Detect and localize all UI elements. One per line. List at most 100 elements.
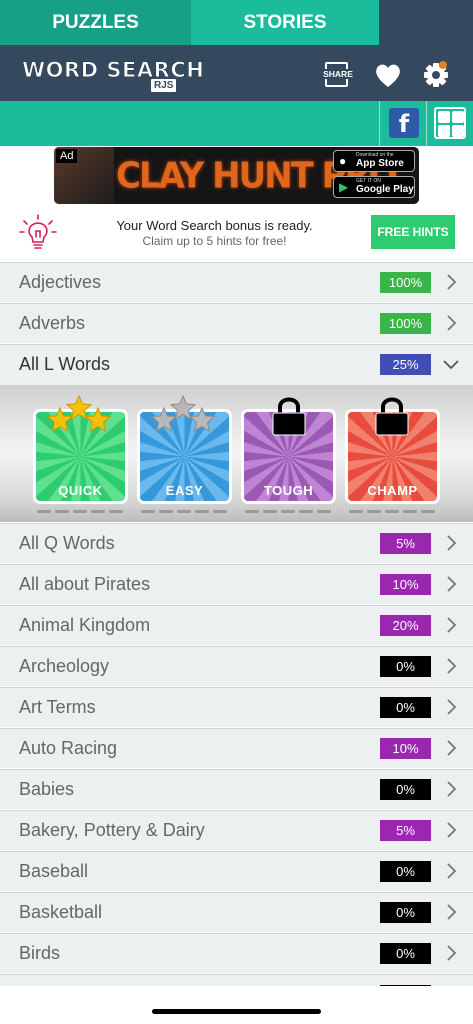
level-label: CHAMP (367, 483, 418, 498)
star-icon (151, 407, 177, 432)
category-row[interactable]: Birds 0% (0, 933, 473, 973)
category-row[interactable]: Auto Racing 10% (0, 728, 473, 768)
category-row[interactable]: Art Terms 0% (0, 687, 473, 727)
level-progress-dashes (141, 510, 229, 513)
lock-icon (375, 397, 409, 436)
category-row[interactable]: Basketball 0% (0, 892, 473, 932)
progress-badge: 10% (380, 574, 431, 595)
chevron-right-icon (447, 781, 457, 797)
category-name: Archeology (19, 656, 110, 676)
tab-puzzles[interactable]: PUZZLES (0, 0, 191, 45)
category-name: Babies (19, 779, 75, 799)
category-row[interactable]: All Q Words 5% (0, 523, 473, 563)
logo-sub: RJS (151, 79, 177, 92)
app-store-badge[interactable]: ● Download on the App Store (333, 150, 415, 172)
progress-badge: 25% (380, 354, 431, 375)
level-progress-dashes (37, 510, 125, 513)
category-name: Adjectives (19, 272, 102, 292)
progress-badge: 100% (380, 272, 431, 293)
progress-badge: 5% (380, 533, 431, 554)
gear-icon (424, 63, 448, 87)
star-icon (170, 395, 196, 420)
level-progress-dashes (349, 510, 437, 513)
category-row[interactable]: Adverbs 100% (0, 303, 473, 343)
category-name: Animal Kingdom (19, 615, 151, 635)
ad-tag: Ad (56, 149, 78, 163)
progress-badge: 0% (380, 779, 431, 800)
tab-divider (426, 101, 427, 146)
more-games-icon[interactable] (434, 107, 466, 139)
category-name: All about Pirates (19, 574, 151, 594)
category-name: Basketball (19, 902, 103, 922)
progress-badge: 20% (380, 615, 431, 636)
notification-dot (439, 61, 447, 69)
chevron-right-icon (447, 945, 457, 961)
category-name: Bakery, Pottery & Dairy (19, 820, 205, 840)
chevron-right-icon (447, 315, 457, 331)
chevron-right-icon (447, 740, 457, 756)
star-icon (66, 395, 92, 420)
category-row[interactable]: Bakery, Pottery & Dairy 5% (0, 810, 473, 850)
bottom-safe-area (0, 986, 473, 1024)
level-label: QUICK (58, 483, 103, 498)
home-indicator[interactable] (152, 1009, 321, 1014)
category-row[interactable]: Archeology 0% (0, 646, 473, 686)
category-name: All Q Words (19, 533, 115, 553)
free-hints-button[interactable]: FREE HINTS (371, 215, 455, 249)
chevron-right-icon (447, 535, 457, 551)
category-row[interactable]: Babies 0% (0, 769, 473, 809)
share-button[interactable]: SHARE (322, 60, 354, 90)
category-name: Art Terms (19, 697, 96, 717)
settings-button[interactable] (420, 60, 452, 90)
category-name: Baseball (19, 861, 89, 881)
play-icon: ▶ (339, 180, 349, 194)
chevron-down-icon (443, 360, 459, 370)
logo-text: WORD SEARCH (21, 58, 205, 83)
level-progress-dashes (245, 510, 333, 513)
favorites-button[interactable] (372, 60, 404, 90)
apple-icon: ● (339, 154, 347, 168)
chevron-right-icon (447, 576, 457, 592)
category-name: Birds (19, 943, 61, 963)
category-row[interactable]: Baseball 0% (0, 851, 473, 891)
category-row[interactable]: Animal Kingdom 20% (0, 605, 473, 645)
progress-badge: 0% (380, 943, 431, 964)
category-row[interactable]: Adjectives 100% (0, 262, 473, 302)
chevron-right-icon (447, 699, 457, 715)
level-label: EASY (165, 483, 204, 498)
facebook-icon[interactable]: f (389, 108, 419, 138)
chevron-right-icon (447, 658, 457, 674)
google-play-badge[interactable]: ▶ GET IT ON Google Play (333, 176, 415, 198)
chevron-right-icon (447, 274, 457, 290)
progress-badge: 0% (380, 656, 431, 677)
bonus-title: Your Word Search bonus is ready. (116, 218, 313, 233)
app-logo: WORD SEARCH RJS (21, 58, 204, 94)
heart-icon (376, 64, 400, 87)
category-row[interactable]: All about Pirates 10% (0, 564, 473, 604)
chevron-right-icon (447, 863, 457, 879)
share-label: SHARE (323, 69, 353, 79)
progress-badge: 5% (380, 820, 431, 841)
category-row-partial[interactable] (0, 974, 473, 988)
chevron-right-icon (447, 617, 457, 633)
tab-stories[interactable]: STORIES (191, 0, 379, 45)
lock-icon (272, 397, 306, 436)
ad-banner[interactable]: Ad CLAY HUNT PRO ● Download on the App S… (54, 147, 419, 204)
progress-badge: 100% (380, 313, 431, 334)
progress-badge: 0% (380, 697, 431, 718)
progress-badge: 0% (380, 861, 431, 882)
category-name: Adverbs (19, 313, 86, 333)
category-row-expanded[interactable]: All L Words 25% (0, 344, 473, 385)
progress-badge: 0% (380, 902, 431, 923)
level-label: TOUGH (263, 483, 314, 498)
star-rating-quick (47, 395, 111, 432)
star-icon (85, 407, 111, 432)
star-icon (47, 407, 73, 432)
star-icon (189, 407, 215, 432)
tab-divider (379, 101, 380, 146)
star-rating-easy (151, 395, 215, 432)
chevron-right-icon (447, 822, 457, 838)
lightbulb-icon (19, 214, 57, 249)
chevron-right-icon (447, 904, 457, 920)
category-name: All L Words (19, 354, 111, 374)
